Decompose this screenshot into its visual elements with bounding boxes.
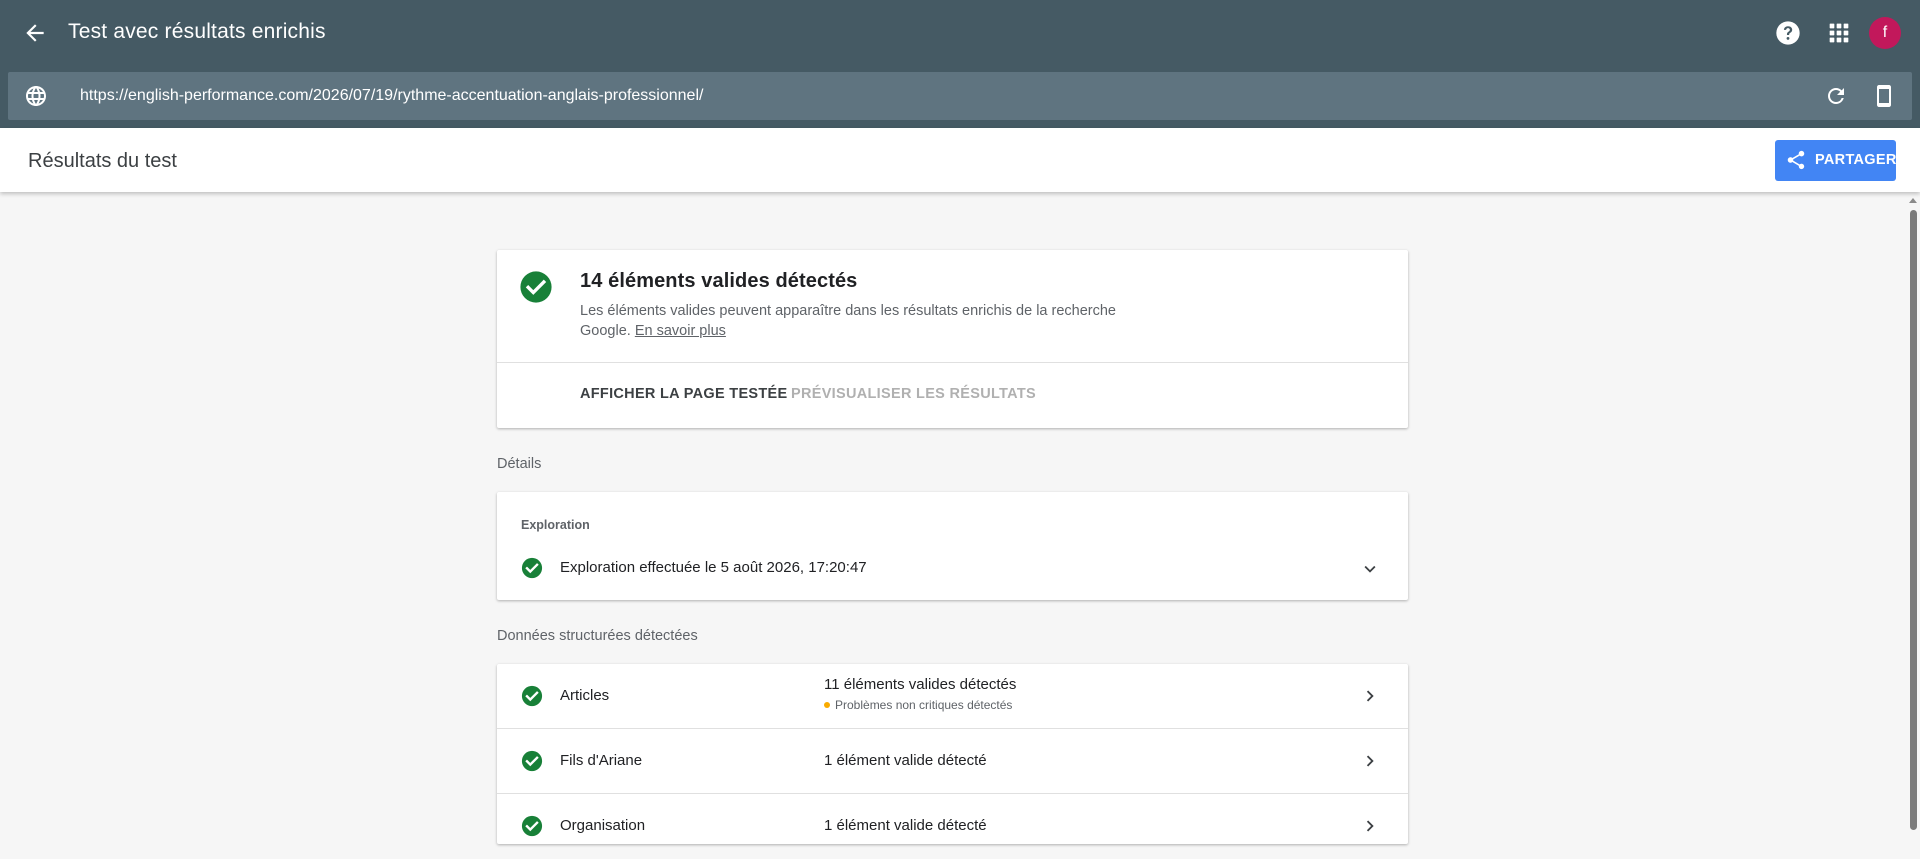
chevron-right-icon[interactable] — [1359, 685, 1381, 707]
row-status: 11 éléments valides détectés — [824, 676, 1017, 693]
help-icon[interactable] — [1774, 19, 1802, 47]
row-warning-text: Problèmes non critiques détectés — [835, 698, 1013, 712]
structured-data-section-label: Données structurées détectées — [497, 628, 698, 644]
row-status: 1 élément valide détecté — [824, 817, 987, 834]
url-bar: https://english-performance.com/2026/07/… — [8, 72, 1912, 120]
exploration-card[interactable]: Exploration Exploration effectuée le 5 a… — [497, 492, 1408, 600]
app-title: Test avec résultats enrichis — [68, 20, 326, 43]
row-status: 1 élément valide détecté — [824, 752, 987, 769]
summary-card: 14 éléments valides détectés Les élément… — [497, 250, 1408, 428]
details-section-label: Détails — [497, 456, 542, 472]
check-circle-icon — [521, 750, 543, 772]
title-row: Test avec résultats enrichis f — [0, 0, 1920, 65]
chevron-right-icon[interactable] — [1359, 815, 1381, 837]
check-circle-icon — [521, 685, 543, 707]
results-title: Résultats du test — [28, 150, 177, 172]
globe-icon — [26, 86, 46, 106]
structured-data-row-breadcrumbs[interactable]: Fils d'Ariane 1 élément valide détecté — [497, 729, 1408, 794]
warning-dot-icon — [824, 701, 830, 708]
back-arrow-icon[interactable] — [22, 20, 48, 46]
summary-title: 14 éléments valides détectés — [580, 270, 858, 292]
exploration-heading: Exploration — [521, 518, 590, 532]
chevron-down-icon[interactable] — [1359, 558, 1381, 580]
learn-more-link[interactable]: En savoir plus — [635, 323, 726, 339]
divider — [497, 362, 1408, 363]
share-label: PARTAGER — [1815, 152, 1897, 168]
results-header: Résultats du test PARTAGER — [0, 128, 1920, 192]
exploration-status: Exploration effectuée le 5 août 2026, 17… — [560, 559, 867, 576]
user-avatar[interactable]: f — [1869, 17, 1901, 49]
share-icon — [1787, 150, 1805, 170]
app-bar: Test avec résultats enrichis f https://e… — [0, 0, 1920, 128]
row-name: Organisation — [560, 817, 646, 834]
refresh-icon[interactable] — [1824, 84, 1848, 108]
structured-data-row-articles[interactable]: Articles 11 éléments valides détectés Pr… — [497, 664, 1408, 729]
summary-description: Les éléments valides peuvent apparaître … — [580, 301, 1160, 341]
scrollbar[interactable] — [1906, 196, 1920, 830]
check-circle-icon — [520, 271, 552, 303]
chevron-right-icon[interactable] — [1359, 750, 1381, 772]
url-text[interactable]: https://english-performance.com/2026/07/… — [80, 87, 703, 105]
row-warning: Problèmes non critiques détectés — [824, 698, 1012, 712]
structured-data-card: Articles 11 éléments valides détectés Pr… — [497, 664, 1408, 844]
structured-data-row-organization[interactable]: Organisation 1 élément valide détecté — [497, 794, 1408, 859]
scroll-up-arrow-icon[interactable] — [1909, 198, 1917, 203]
check-circle-icon — [521, 557, 543, 579]
apps-grid-icon[interactable] — [1825, 19, 1853, 47]
share-button[interactable]: PARTAGER — [1775, 140, 1896, 181]
row-name: Articles — [560, 687, 610, 704]
preview-results-button: PRÉVISUALISER LES RÉSULTATS — [791, 386, 1036, 402]
smartphone-icon[interactable] — [1872, 84, 1896, 108]
scrollbar-thumb[interactable] — [1910, 210, 1917, 830]
check-circle-icon — [521, 815, 543, 837]
row-name: Fils d'Ariane — [560, 752, 643, 769]
view-tested-page-button[interactable]: AFFICHER LA PAGE TESTÉE — [580, 386, 788, 402]
